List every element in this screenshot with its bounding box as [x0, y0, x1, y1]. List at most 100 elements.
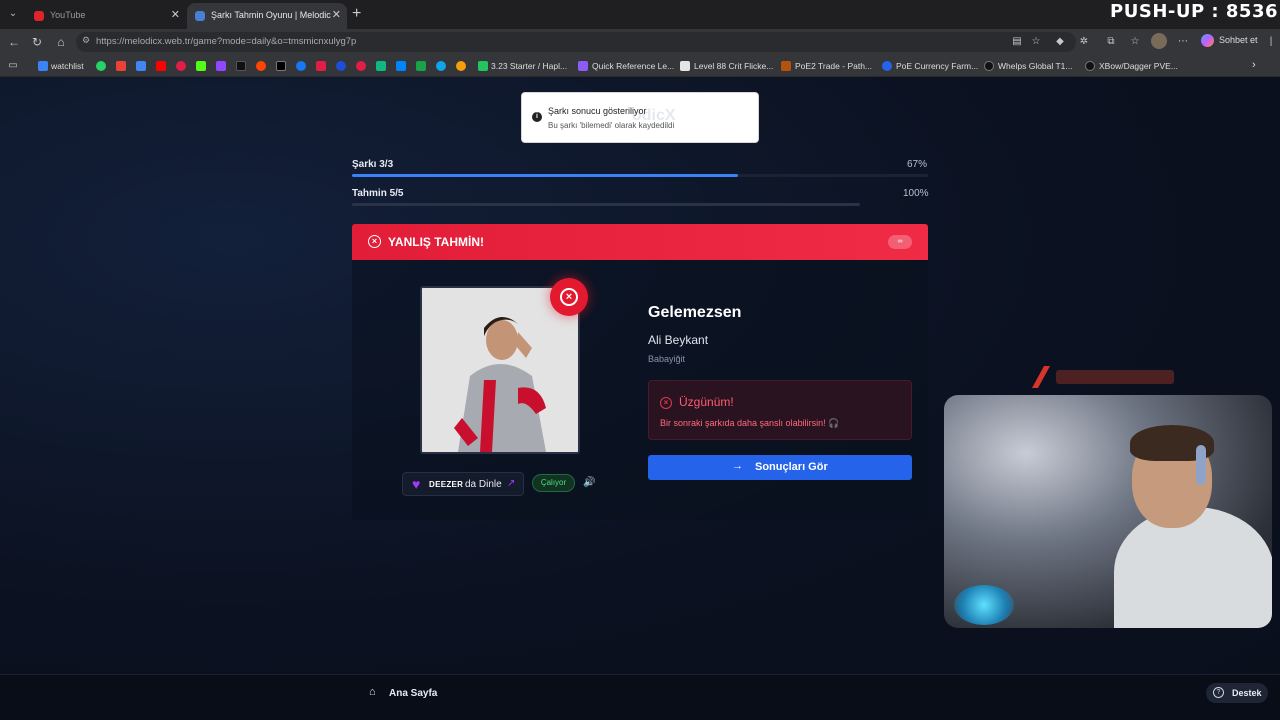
chat-button[interactable]: Sohbet et [1219, 35, 1258, 45]
streamer-logo [1028, 364, 1178, 395]
sorry-message: Bir sonraki şarkıda daha şanslı olabilir… [660, 418, 840, 428]
watchlist-icon [38, 61, 48, 71]
home-link[interactable]: Ana Sayfa [389, 688, 437, 699]
album-art-image [422, 288, 578, 452]
melodicx-icon [195, 11, 205, 21]
timer-badge: ∞ [888, 235, 912, 249]
streamer-logo-mark [1032, 366, 1174, 388]
split-screen-icon[interactable]: ⧉ [1104, 35, 1118, 49]
document-icon [680, 61, 690, 71]
x-icon[interactable] [276, 61, 286, 71]
bookmark-item[interactable]: watchlist [51, 61, 84, 71]
home-icon[interactable]: ⌂ [53, 34, 69, 50]
wrong-badge: × [550, 278, 588, 316]
x-circle-icon: × [560, 288, 578, 306]
x-circle-icon: × [660, 397, 672, 409]
bookmark-item[interactable]: Level 88 Crit Flicke... [694, 61, 773, 71]
headset [1196, 445, 1206, 485]
extension-icon[interactable]: ◆ [1053, 35, 1067, 49]
tiktok-icon[interactable] [236, 61, 246, 71]
reader-mode-icon[interactable]: ▤ [1010, 35, 1024, 49]
bookmark-icon [1085, 61, 1095, 71]
sheets-icon [478, 61, 488, 71]
bookmark-icon[interactable] [436, 61, 446, 71]
toast-subtitle: Bu şarkı 'bilemedi' olarak kaydedildi [548, 121, 675, 130]
tab-search-icon[interactable]: ⌄ [4, 5, 22, 23]
close-icon[interactable]: ✕ [332, 3, 341, 27]
support-button[interactable]: ? Destek [1206, 683, 1268, 703]
google-icon[interactable] [456, 61, 466, 71]
song-progress-percent: 67% [907, 159, 928, 170]
gmail-icon[interactable] [116, 61, 126, 71]
tab-title: YouTube [50, 10, 86, 20]
song-progress-fill [352, 174, 738, 177]
see-results-label: Sonuçları Gör [755, 461, 828, 473]
back-icon[interactable]: ← [6, 34, 22, 50]
site-info-icon[interactable]: ⚙ [82, 35, 90, 46]
reload-icon[interactable]: ↻ [29, 34, 45, 50]
toast-title: Şarkı sonucu gösteriliyor [548, 106, 647, 116]
bookmark-item[interactable]: PoE Currency Farm... [896, 61, 978, 71]
see-results-button[interactable]: → Sonuçları Gör [648, 455, 912, 480]
more-icon[interactable]: ⋯ [1176, 35, 1190, 49]
playing-badge: Çalıyor [532, 474, 575, 492]
guess-progress-percent: 100% [903, 188, 929, 199]
browser-toolbar: ← ↻ ⌂ ⚙ https://melodicx.web.tr/game?mod… [0, 29, 1280, 55]
info-icon: i [532, 112, 542, 122]
wrong-guess-banner: × YANLIŞ TAHMİN! ∞ [352, 224, 928, 260]
whatsapp-icon[interactable] [96, 61, 106, 71]
tab-actions-icon[interactable]: ▭ [6, 59, 20, 73]
bookmark-item[interactable]: Quick Reference Le... [592, 61, 674, 71]
footer: ⌂ Ana Sayfa ? Destek [0, 674, 1280, 720]
bookmark-icon[interactable] [416, 61, 426, 71]
listen-label: da Dinle [465, 479, 502, 490]
wrong-guess-text: YANLIŞ TAHMİN! [388, 235, 484, 249]
home-icon[interactable]: ⌂ [369, 686, 376, 698]
copilot-icon[interactable] [1201, 34, 1214, 47]
profile-avatar[interactable] [1151, 33, 1167, 49]
bookmark-icon[interactable] [356, 61, 366, 71]
translate-icon[interactable] [136, 61, 146, 71]
webcam-feed [944, 395, 1272, 628]
kick-icon[interactable] [196, 61, 206, 71]
guess-progress-label: Tahmin 5/5 [352, 188, 404, 199]
reddit-icon[interactable] [256, 61, 266, 71]
support-label: Destek [1232, 688, 1262, 698]
bookmark-icon [882, 61, 892, 71]
new-tab-button[interactable]: + [352, 5, 361, 23]
youtube-icon[interactable] [156, 61, 166, 71]
song-album: Babayiğit [648, 354, 686, 364]
bookmark-icon[interactable] [376, 61, 386, 71]
deezer-heart-icon: ♥ [412, 476, 421, 492]
external-link-icon: ↗ [507, 478, 516, 489]
chevron-right-icon[interactable]: › [1252, 59, 1256, 71]
sidebar-toggle-icon[interactable]: | [1264, 35, 1278, 49]
facebook-icon[interactable] [296, 61, 306, 71]
pinterest-icon[interactable] [176, 61, 186, 71]
favorites-icon[interactable]: ☆ [1128, 35, 1142, 49]
guess-progress-bar [352, 203, 860, 206]
close-icon[interactable]: ✕ [171, 3, 180, 27]
bookmark-star-icon[interactable]: ☆ [1029, 35, 1043, 49]
extensions-puzzle-icon[interactable]: ✲ [1077, 35, 1091, 49]
bookmarks-bar: ▭ watchlist 3.23 Starter / Hapl... Quick… [0, 55, 1280, 77]
bookmark-icon[interactable] [316, 61, 326, 71]
bookmark-item[interactable]: 3.23 Starter / Hapl... [491, 61, 567, 71]
deezer-listen-button[interactable]: ♥ DEEZER da Dinle ↗ [402, 472, 524, 496]
sorry-message-box: × Üzgünüm! Bir sonraki şarkıda daha şans… [648, 380, 912, 440]
bluesky-icon[interactable] [396, 61, 406, 71]
twitch-icon[interactable] [216, 61, 226, 71]
song-title: Gelemezsen [648, 304, 742, 321]
bookmark-item[interactable]: Whelps Global T1... [998, 61, 1073, 71]
volume-icon[interactable]: 🔊 [583, 477, 595, 488]
bookmark-item[interactable]: PoE2 Trade - Path... [795, 61, 872, 71]
tab-melodicx[interactable]: Şarkı Tahmin Oyunu | Melodic ✕ [187, 3, 347, 29]
bookmark-icon[interactable] [336, 61, 346, 71]
guess-progress-fill [352, 203, 860, 206]
sorry-title: Üzgünüm! [679, 395, 734, 409]
youtube-icon [34, 11, 44, 21]
song-progress-label: Şarkı 3/3 [352, 159, 394, 170]
bookmark-item[interactable]: XBow/Dagger PVE... [1099, 61, 1178, 71]
address-bar[interactable]: ⚙ https://melodicx.web.tr/game?mode=dail… [76, 32, 1076, 52]
tab-youtube[interactable]: YouTube ✕ [26, 3, 186, 29]
